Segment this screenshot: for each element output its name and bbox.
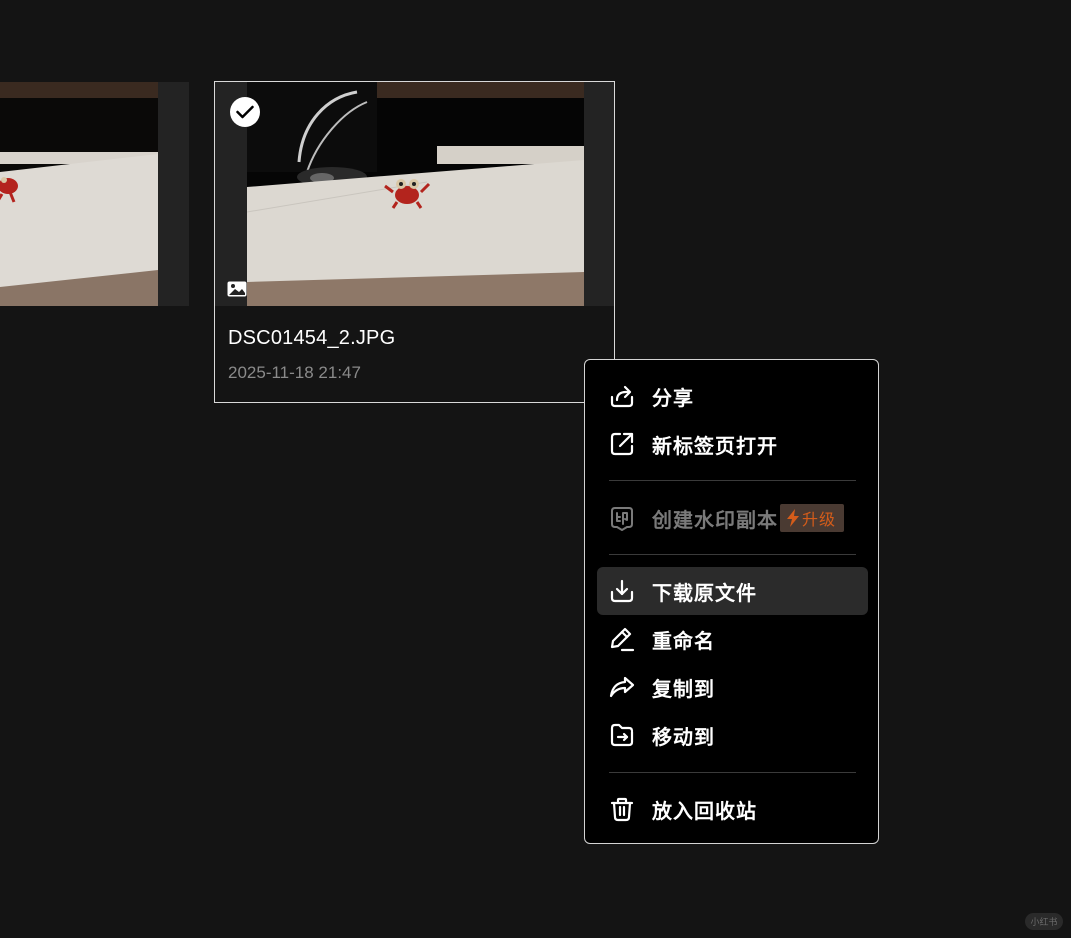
menu-item-open-new-tab[interactable]: 新标签页打开 [597,420,868,468]
menu-divider [609,480,856,481]
photo-card-selected[interactable]: DSC01454_2.JPG 2025-11-18 21:47 [214,81,615,403]
photo-thumbnail-container [215,82,614,306]
corner-watermark: 小红书 [1025,913,1063,930]
upgrade-badge-label: 升级 [802,510,837,529]
context-menu: 分享 新标签页打开 创建水印副本 升级 下载原文件 重命名 复制到 移动到 放入… [584,359,879,844]
menu-item-trash[interactable]: 放入回收站 [597,785,868,833]
menu-item-copy-to[interactable]: 复制到 [597,663,868,711]
menu-item-rename[interactable]: 重命名 [597,615,868,663]
menu-item-label: 下载原文件 [652,580,757,605]
menu-item-label: 重命名 [652,628,715,653]
selected-check-icon[interactable] [230,97,260,127]
menu-item-create-watermark[interactable]: 创建水印副本 升级 [597,494,868,542]
upgrade-badge[interactable]: 升级 [780,504,845,532]
external-link-icon [610,432,634,456]
menu-divider [609,554,856,555]
photo-card-previous[interactable] [0,82,189,306]
watermark-stamp-icon [611,507,633,531]
photo-thumbnail [0,82,158,306]
lightning-icon [787,509,799,527]
file-name: DSC01454_2.JPG [228,327,396,349]
menu-item-label: 放入回收站 [652,798,757,823]
download-icon [610,579,634,603]
menu-item-label: 创建水印副本 [652,507,778,532]
image-type-icon [227,281,247,297]
forward-arrow-icon [609,676,635,698]
menu-item-label: 复制到 [652,676,715,701]
share-icon [610,385,634,408]
menu-item-download[interactable]: 下载原文件 [597,567,868,615]
menu-item-move-to[interactable]: 移动到 [597,711,868,759]
menu-item-share[interactable]: 分享 [597,372,868,420]
folder-move-icon [610,723,634,747]
file-date: 2025-11-18 21:47 [228,363,361,382]
menu-item-label: 新标签页打开 [652,433,778,458]
menu-item-label: 分享 [652,385,694,410]
edit-pencil-icon [610,627,635,652]
menu-item-label: 移动到 [652,724,715,749]
photo-thumbnail [247,82,584,306]
trash-icon [610,797,634,822]
menu-divider [609,772,856,773]
file-grid: DSC01454_2.JPG 2025-11-18 21:47 分享 新标签页打… [0,0,1071,938]
